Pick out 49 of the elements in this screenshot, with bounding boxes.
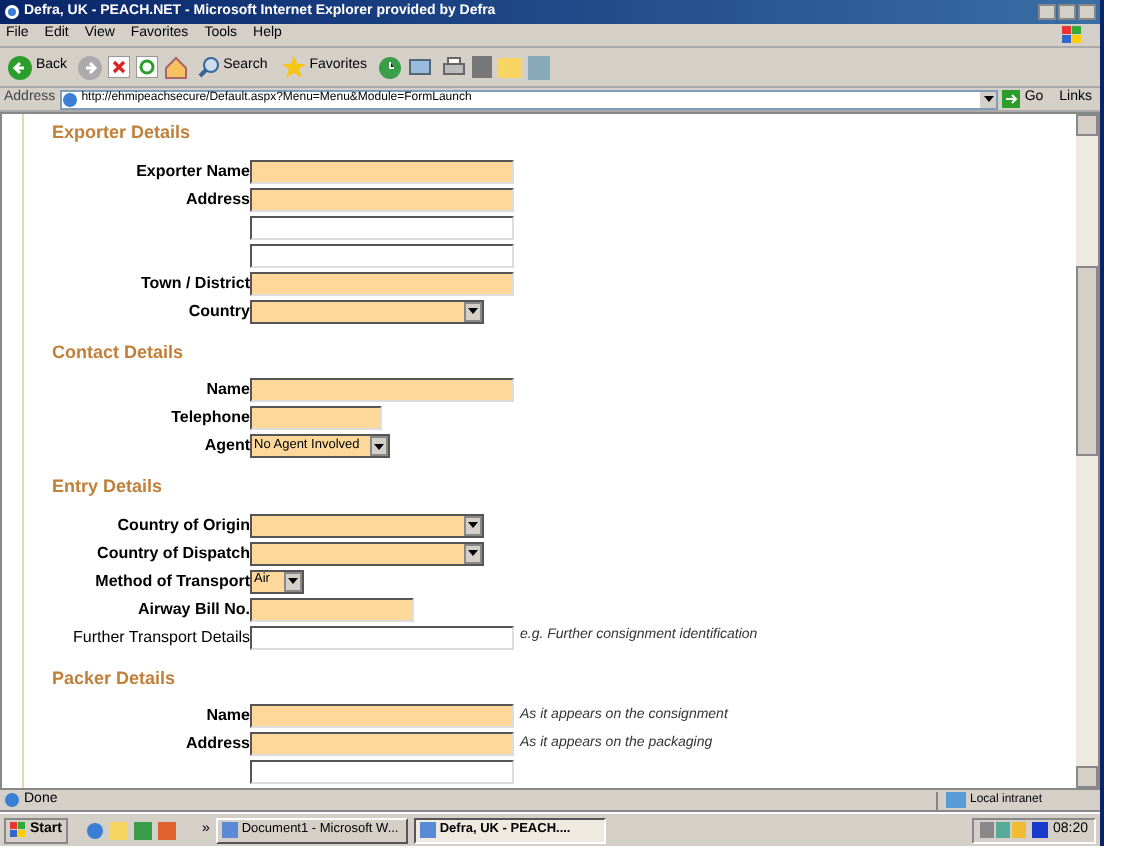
stop-icon[interactable] bbox=[107, 56, 130, 78]
dropdown[interactable] bbox=[250, 299, 484, 323]
text-field[interactable] bbox=[250, 187, 514, 211]
dropdown-arrow-icon bbox=[980, 91, 997, 107]
field-label: Country bbox=[188, 299, 250, 323]
section-heading: Exporter Details bbox=[52, 120, 193, 146]
text-field[interactable] bbox=[250, 704, 514, 728]
field-label: Further Transport Details bbox=[73, 625, 250, 649]
windows-logo-icon bbox=[1062, 26, 1082, 44]
text-field[interactable] bbox=[250, 378, 514, 402]
dropdown[interactable] bbox=[250, 541, 484, 565]
field-label: Address bbox=[185, 187, 250, 211]
history-icon[interactable] bbox=[377, 55, 402, 79]
text-field[interactable] bbox=[250, 243, 514, 267]
section-heading: Packer Details bbox=[52, 665, 178, 691]
text-field[interactable] bbox=[250, 732, 514, 756]
printer-icon[interactable] bbox=[441, 56, 466, 78]
field-label: Airway Bill No. bbox=[137, 597, 250, 621]
field-label: Name bbox=[206, 378, 250, 402]
field-label: Country of Origin bbox=[117, 513, 250, 537]
text-field[interactable] bbox=[250, 760, 514, 784]
text-field[interactable] bbox=[250, 406, 382, 430]
text-field[interactable] bbox=[250, 271, 514, 295]
text-field[interactable] bbox=[250, 597, 414, 621]
dropdown[interactable] bbox=[250, 513, 484, 537]
browser-icon bbox=[4, 4, 20, 20]
field-label: Exporter Name bbox=[136, 159, 250, 183]
section-heading: Contact Details bbox=[52, 339, 186, 365]
forward-arrow-icon bbox=[77, 55, 102, 79]
browser-icon[interactable] bbox=[85, 821, 104, 839]
go-arrow-icon bbox=[1002, 90, 1021, 108]
home-icon[interactable] bbox=[163, 55, 188, 79]
field-label: Address bbox=[185, 732, 250, 756]
refresh-icon[interactable] bbox=[135, 56, 158, 78]
field-label: Method of Transport bbox=[95, 569, 250, 593]
text-field[interactable] bbox=[250, 215, 514, 239]
search-icon bbox=[197, 56, 220, 78]
field-label: Town / District bbox=[140, 271, 250, 295]
field-label: Name bbox=[206, 704, 250, 728]
windows-logo-icon bbox=[10, 822, 26, 838]
section-heading: Entry Details bbox=[52, 474, 165, 500]
field-label: Agent bbox=[204, 434, 250, 458]
field-label: Telephone bbox=[171, 406, 250, 430]
scrollbar[interactable] bbox=[1076, 114, 1098, 788]
text-field[interactable] bbox=[250, 159, 514, 183]
back-arrow-icon bbox=[8, 55, 32, 79]
star-icon bbox=[281, 55, 306, 79]
field-label: Country of Dispatch bbox=[97, 541, 250, 565]
text-field[interactable] bbox=[250, 625, 514, 649]
